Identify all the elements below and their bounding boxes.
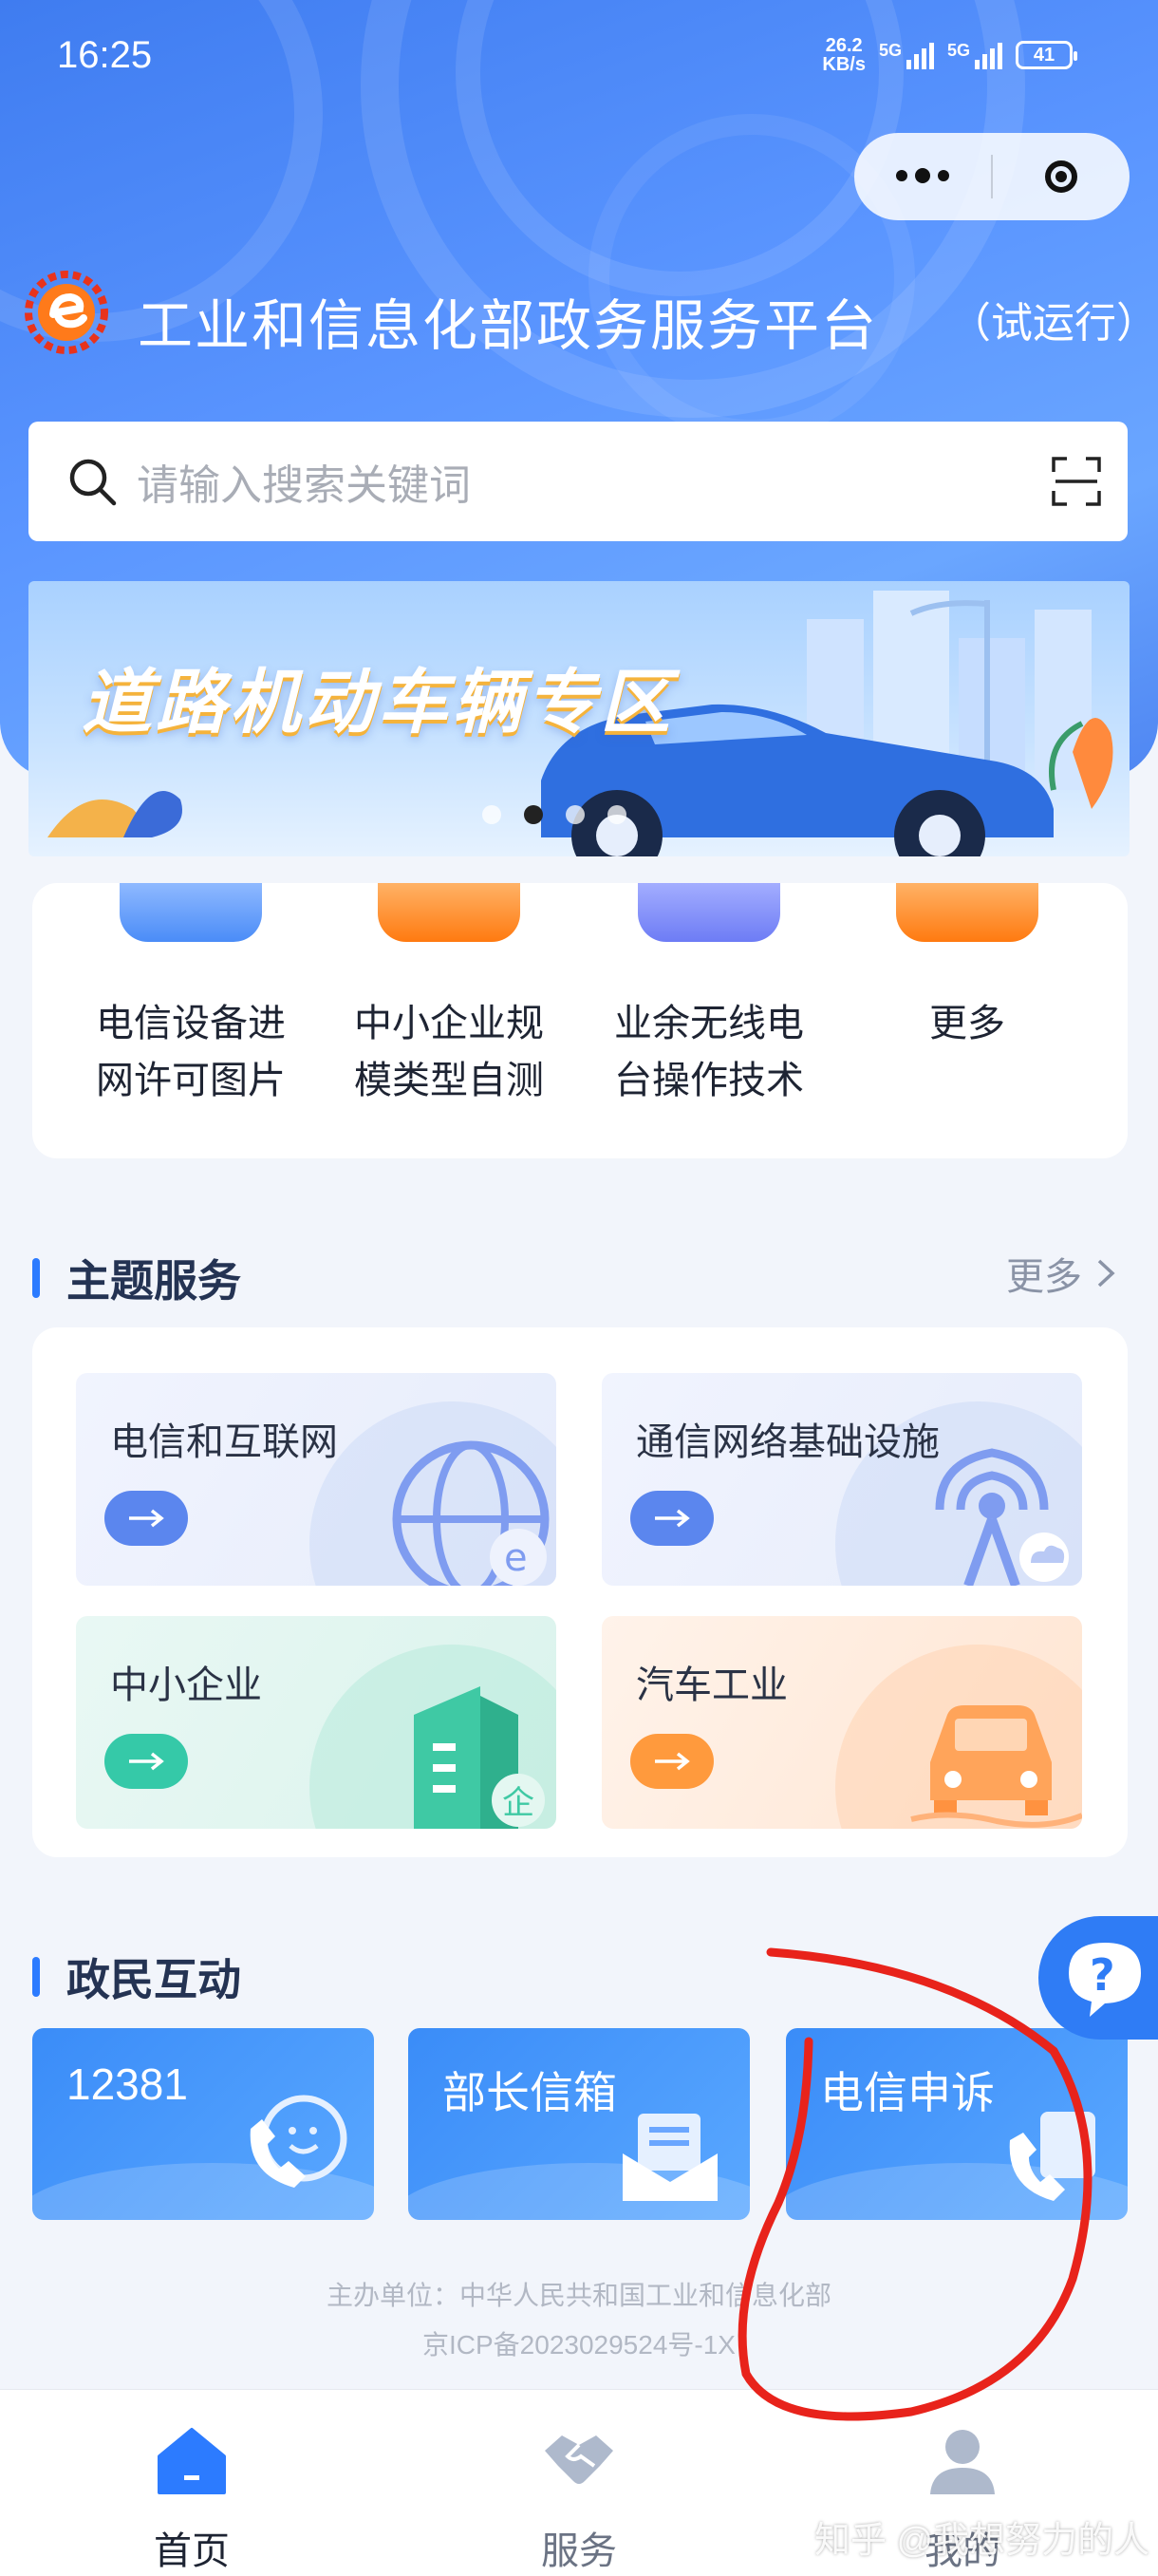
banner-dot[interactable] (607, 805, 626, 824)
footer-organizer: 主办单位：中华人民共和国工业和信息化部 (326, 2281, 831, 2310)
card-label: 12381 (66, 2059, 188, 2109)
svg-text:e: e (504, 1536, 528, 1580)
tab-label: 服务 (541, 2530, 617, 2572)
theme-services-card: e 电信和互联网 通信网络基础设施 企 中小企业 汽车工业 (32, 1327, 1128, 1857)
tile-network-infrastructure[interactable]: 通信网络基础设施 (602, 1373, 1082, 1586)
network-speed-unit: KB/s (822, 54, 866, 75)
miniprogram-capsule (854, 133, 1130, 220)
car-icon (910, 1705, 1082, 1828)
banner-dot-active[interactable] (524, 805, 543, 824)
signal-icon-1: 5G (879, 41, 934, 69)
tile-label: 汽车工业 (636, 1664, 788, 1706)
more-label: 更多 (1006, 1256, 1082, 1298)
quick-item-label: 中小企业规 模类型自测 (354, 1003, 544, 1101)
tile-automotive[interactable]: 汽车工业 (602, 1616, 1082, 1829)
watermark: 知乎 @我想努力的人 (814, 2521, 1150, 2561)
banner-pagination (482, 805, 626, 824)
section-title: 政民互动 (66, 1955, 241, 2004)
banner-title: 道路机动车辆专区 (82, 663, 674, 742)
section-accent-bar (32, 1258, 40, 1298)
banner-dot[interactable] (566, 805, 585, 824)
search-bar[interactable]: 请输入搜索关键词 (28, 422, 1128, 541)
scan-icon[interactable] (1050, 455, 1103, 508)
quick-item-amateur-radio[interactable]: 业余无线电 台操作技术 (600, 883, 818, 1109)
card-label: 电信申诉 (820, 2068, 995, 2117)
section-title: 主题服务 (66, 1256, 241, 1306)
svg-text:?: ? (1090, 1949, 1115, 2001)
more-grid-icon (896, 883, 1038, 942)
sme-selftest-icon (378, 883, 520, 942)
card-minister-mailbox[interactable]: 部长信箱 (408, 2028, 750, 2220)
arrow-right-icon (630, 1491, 714, 1546)
search-icon (69, 459, 117, 506)
arrow-right-icon (104, 1491, 188, 1546)
user-icon (930, 2430, 995, 2494)
footer-icp[interactable]: 京ICP备2023029524号-1X (0, 2324, 1158, 2362)
phone-smile-icon (250, 2095, 347, 2188)
tab-services[interactable]: 服务 (484, 2422, 674, 2575)
more-options-icon[interactable] (854, 168, 991, 183)
quick-item-more[interactable]: 更多 (858, 883, 1076, 1052)
network-speed-value: 26.2 (825, 35, 863, 56)
signal-label-1: 5G (878, 41, 902, 60)
status-time: 16:25 (57, 34, 153, 76)
signal-icon-2: 5G (947, 41, 1002, 69)
arrow-right-icon (104, 1734, 188, 1789)
card-hotline-12381[interactable]: 12381 (32, 2028, 374, 2220)
search-input[interactable]: 请输入搜索关键词 (137, 451, 1050, 512)
battery-icon: 41 (1016, 41, 1077, 69)
complaint-phone-icon (1009, 2112, 1095, 2201)
signal-label-2: 5G (946, 41, 970, 60)
arrow-right-icon (630, 1734, 714, 1789)
section-accent-bar (32, 1957, 40, 1997)
quick-item-telecom-equipment[interactable]: 电信设备进 网许可图片 (82, 883, 300, 1109)
home-icon (158, 2428, 226, 2494)
status-bar: 16:25 26.2 KB/s 5G 5G 41 (0, 0, 1158, 114)
card-telecom-complaint[interactable]: 电信申诉 (786, 2028, 1128, 2220)
question-bubble-icon: ? (1069, 1943, 1141, 2017)
quick-item-label: 更多 (929, 1003, 1005, 1044)
banner-dot[interactable] (482, 805, 501, 824)
tab-label: 首页 (154, 2530, 230, 2572)
tile-label: 中小企业 (110, 1664, 262, 1706)
quick-item-sme-selftest[interactable]: 中小企业规 模类型自测 (340, 883, 558, 1109)
tile-label: 电信和互联网 (110, 1421, 338, 1463)
theme-services-header: 主题服务 (32, 1250, 241, 1307)
tile-sme[interactable]: 企 中小企业 (76, 1616, 556, 1829)
close-target-icon[interactable] (993, 160, 1130, 193)
status-icons: 26.2 KB/s 5G 5G 41 (822, 36, 1077, 74)
quick-item-label: 业余无线电 台操作技术 (614, 1003, 804, 1101)
app-subtitle: （试运行） (949, 300, 1158, 347)
card-label: 部长信箱 (442, 2068, 617, 2117)
svg-text:企: 企 (502, 1784, 534, 1822)
tab-home[interactable]: 首页 (97, 2422, 287, 2575)
theme-more-link[interactable]: 更多 (1006, 1246, 1116, 1301)
quick-services-card: 电信设备进 网许可图片 中小企业规 模类型自测 业余无线电 台操作技术 更多 (32, 883, 1128, 1158)
telecom-equipment-icon (120, 883, 262, 942)
app-title: 工业和信息化部政务服务平台 (138, 295, 879, 357)
chevron-right-icon (1097, 1259, 1115, 1288)
building-icon: 企 (414, 1686, 545, 1829)
amateur-radio-icon (638, 883, 780, 942)
handshake-icon (545, 2435, 613, 2484)
ministry-logo-icon (25, 271, 108, 354)
help-float-button[interactable]: ? (1038, 1916, 1158, 2040)
globe-icon: e (392, 1440, 550, 1586)
interaction-header: 政民互动 (32, 1948, 241, 2005)
quick-item-label: 电信设备进 网许可图片 (96, 1003, 286, 1101)
tile-telecom-internet[interactable]: e 电信和互联网 (76, 1373, 556, 1586)
network-speed: 26.2 KB/s (822, 36, 866, 74)
mail-icon (623, 2114, 718, 2201)
tile-label: 通信网络基础设施 (636, 1421, 940, 1463)
